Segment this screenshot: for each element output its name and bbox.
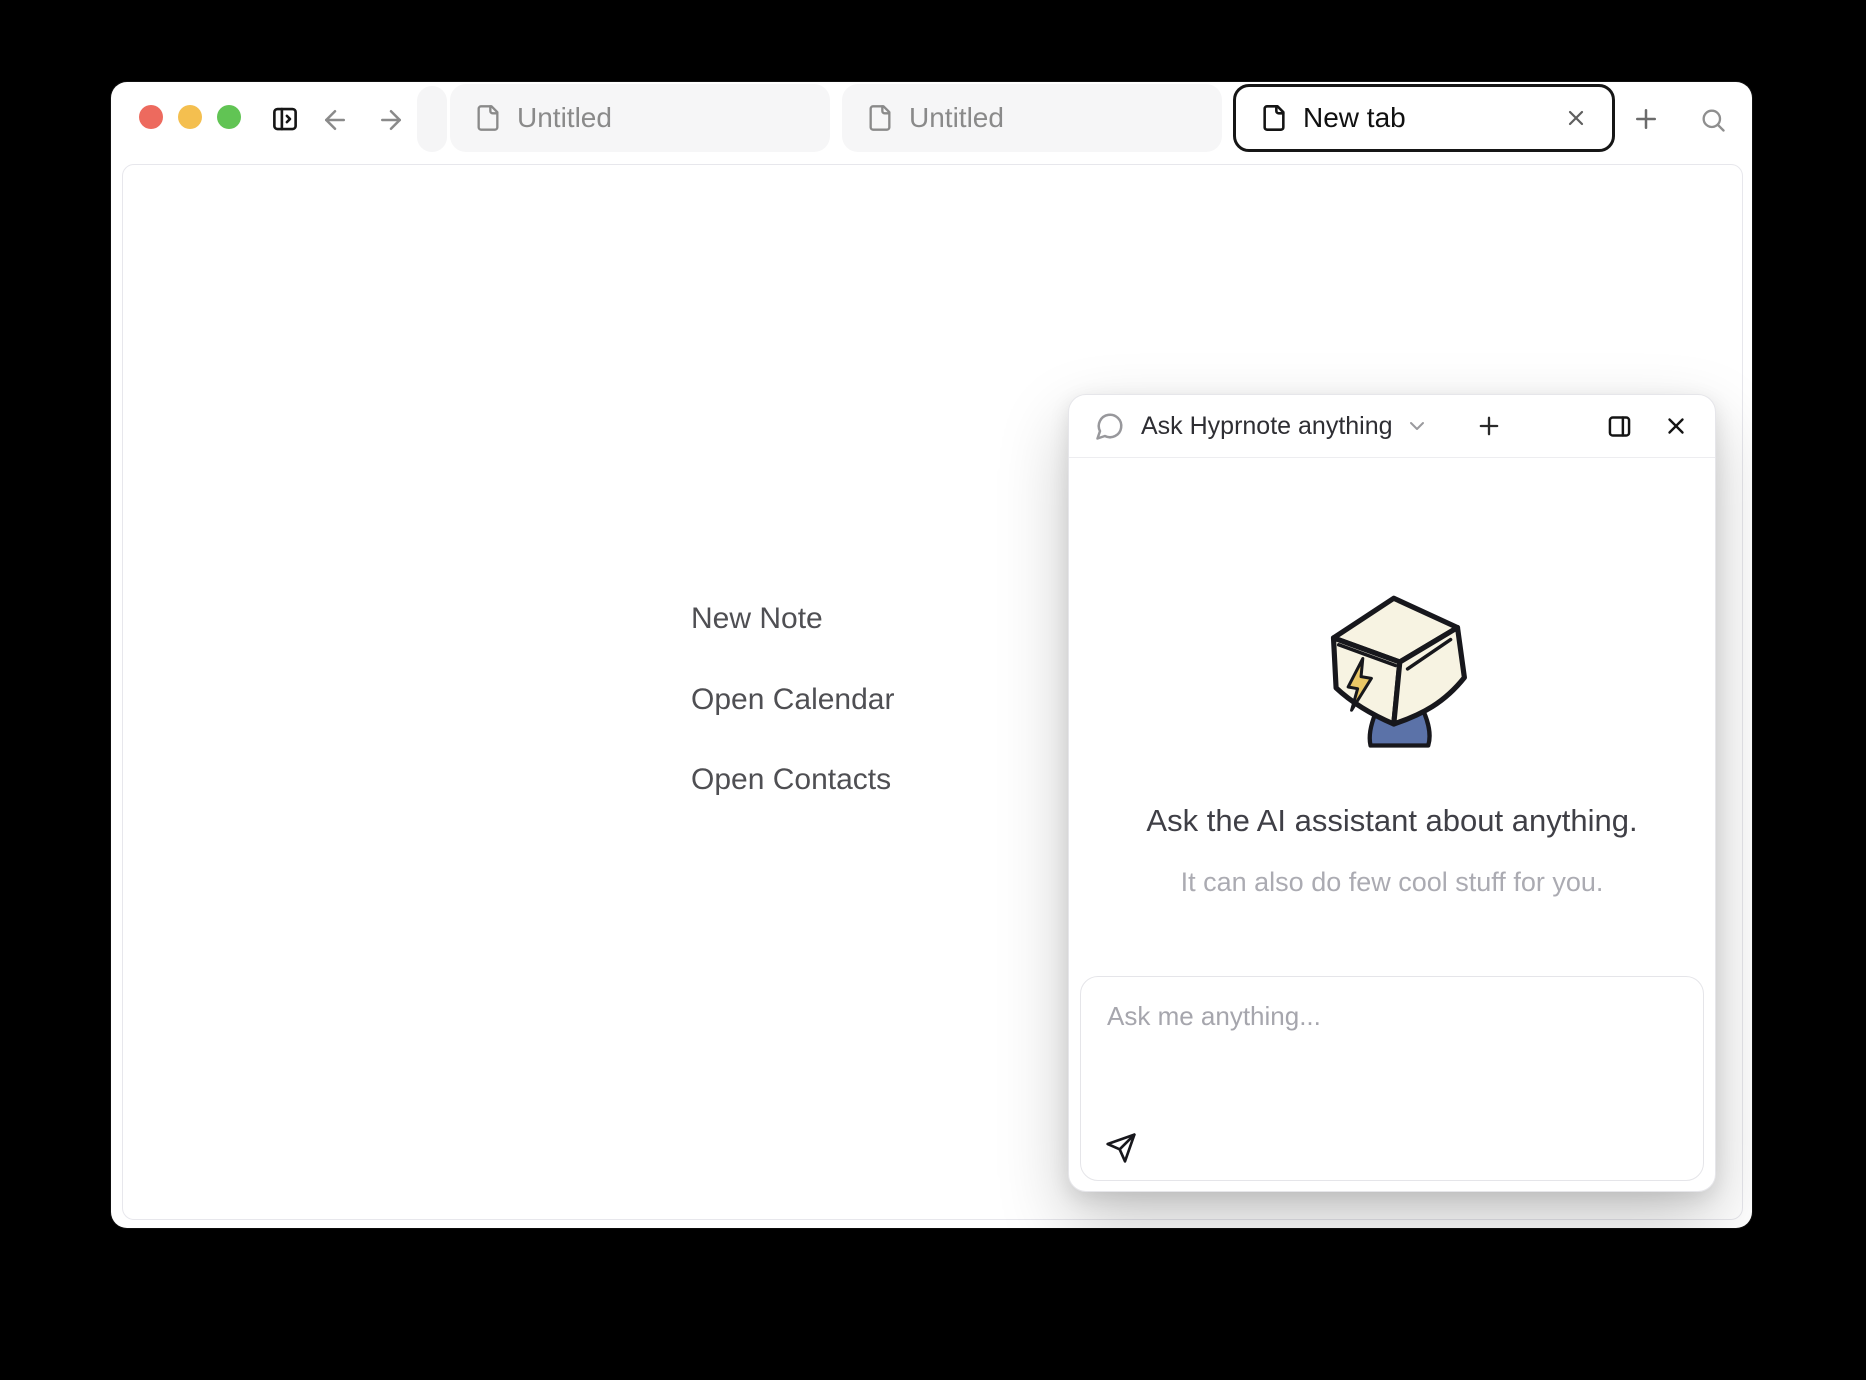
open-contacts-link[interactable]: Open Contacts — [691, 761, 891, 799]
assistant-empty-subtitle: It can also do few cool stuff for you. — [1069, 867, 1715, 898]
session-dropdown[interactable] — [1405, 414, 1429, 438]
assistant-input[interactable] — [1081, 977, 1703, 1117]
panel-right-icon — [1606, 413, 1633, 440]
desktop: { "window": { "nav": { "sidebar_toggle":… — [0, 0, 1866, 1380]
back-button[interactable] — [319, 104, 351, 136]
tab-label: New tab — [1303, 102, 1406, 134]
arrow-right-icon — [376, 105, 406, 135]
search-button[interactable] — [1697, 104, 1729, 136]
plus-icon — [1475, 412, 1503, 440]
close-panel-button[interactable] — [1663, 413, 1689, 439]
chat-bubble-icon — [1095, 411, 1125, 441]
send-button[interactable] — [1105, 1132, 1137, 1164]
panel-left-open-icon — [270, 104, 300, 134]
tab-close-button[interactable] — [1564, 106, 1588, 130]
new-tab-button[interactable] — [1629, 102, 1663, 136]
traffic-minimize-button[interactable] — [178, 105, 202, 129]
assistant-panel: Ask Hyprnote anything — [1068, 394, 1716, 1192]
tab-strip-edge — [417, 86, 447, 152]
tab-untitled-2[interactable]: Untitled — [842, 84, 1222, 152]
close-icon — [1564, 106, 1588, 130]
file-icon — [866, 104, 894, 132]
tab-label: Untitled — [909, 102, 1004, 134]
chevron-down-icon — [1405, 414, 1429, 438]
assistant-mascot-icon — [1318, 573, 1473, 751]
sidebar-toggle-button[interactable] — [269, 103, 301, 135]
assistant-title: Ask Hyprnote anything — [1141, 412, 1393, 441]
open-calendar-link[interactable]: Open Calendar — [691, 681, 894, 719]
new-note-link[interactable]: New Note — [691, 600, 823, 638]
plus-icon — [1631, 104, 1661, 134]
new-chat-button[interactable] — [1475, 412, 1503, 440]
tab-label: Untitled — [517, 102, 612, 134]
file-icon — [1260, 104, 1288, 132]
send-icon — [1105, 1132, 1137, 1164]
file-icon — [474, 104, 502, 132]
traffic-close-button[interactable] — [139, 105, 163, 129]
search-icon — [1699, 106, 1727, 134]
tab-untitled-1[interactable]: Untitled — [450, 84, 830, 152]
forward-button[interactable] — [375, 104, 407, 136]
assistant-empty-title: Ask the AI assistant about anything. — [1069, 803, 1715, 839]
traffic-zoom-button[interactable] — [217, 105, 241, 129]
arrow-left-icon — [320, 105, 350, 135]
dock-panel-button[interactable] — [1606, 413, 1633, 440]
assistant-composer — [1080, 976, 1704, 1181]
tab-bar: Untitled Untitled New tab — [111, 82, 1752, 164]
close-icon — [1663, 413, 1689, 439]
assistant-panel-header: Ask Hyprnote anything — [1069, 395, 1715, 458]
tab-new-tab-active[interactable]: New tab — [1233, 84, 1615, 152]
